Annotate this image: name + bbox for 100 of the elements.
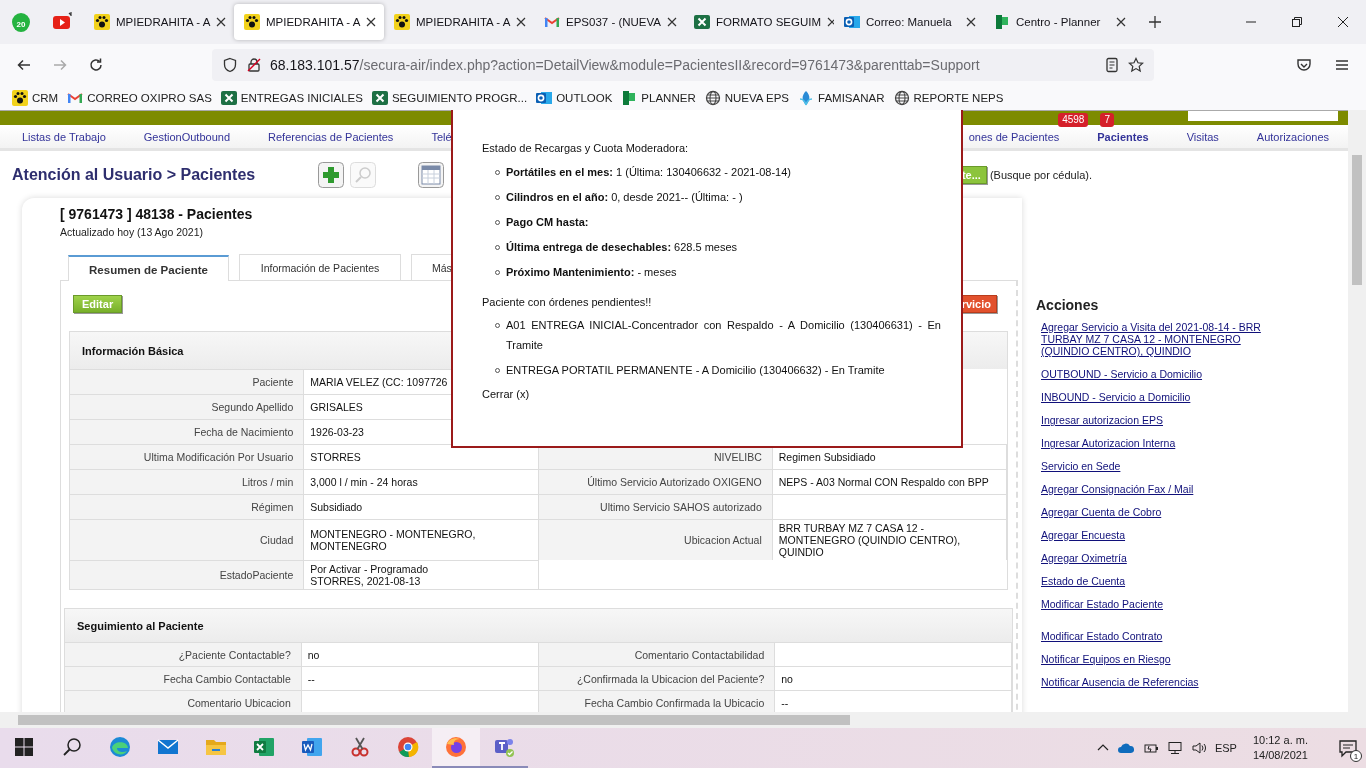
close-icon[interactable] [667, 17, 677, 27]
bookmark[interactable]: ENTREGAS INICIALES [220, 90, 363, 106]
action-link[interactable]: Agregar Encuesta [1041, 529, 1276, 541]
count-badge: 7 [1100, 113, 1114, 127]
shield-icon [222, 57, 238, 73]
restore-icon[interactable] [1289, 14, 1305, 30]
menu-icon[interactable] [1334, 57, 1350, 73]
action-link[interactable]: Agregar Servicio a Visita del 2021-08-14 - BRR TURBAY MZ 7 CASA 12 - MONTENEGRO (QUINDIO CENTRO), QUINDIO [1041, 321, 1276, 357]
browser-tab[interactable]: MPIEDRAHITA - A [84, 4, 234, 40]
bookmark[interactable]: PLANNER [621, 90, 696, 106]
field-label: Fecha de Nacimiento [70, 419, 305, 444]
bookmark[interactable]: SEGUIMIENTO PROGR... [371, 90, 528, 106]
close-icon[interactable] [966, 17, 976, 27]
close-icon[interactable] [1116, 17, 1126, 27]
status-line: Última entrega de desechables: 628.5 meses [506, 241, 738, 254]
browser-tab[interactable]: EPS037 - (NUEVA [534, 4, 684, 40]
language-indicator[interactable]: ESP [1214, 742, 1237, 754]
close-icon[interactable] [1335, 14, 1351, 30]
field-label: Ciudad [70, 519, 305, 560]
scrollbar[interactable] [0, 712, 1366, 728]
start-icon [12, 735, 36, 759]
globe-icon [893, 90, 910, 106]
nav-link[interactable]: ones de Pacientes [968, 130, 1060, 143]
action-link[interactable]: Modificar Estado Contrato [1041, 630, 1276, 642]
clock-time[interactable]: 10:12 a. m. [1252, 733, 1308, 748]
browser-tab[interactable]: MPIEDRAHITA - A [234, 4, 384, 40]
tab[interactable]: Información de Pacientes [239, 254, 401, 280]
action-link[interactable]: INBOUND - Servicio a Domicilio [1041, 391, 1276, 403]
actions-heading: Acciones [1036, 297, 1100, 313]
nav-link[interactable]: Autorizaciones [1256, 130, 1329, 143]
forward-icon [52, 57, 68, 73]
bookmark[interactable]: CRM [12, 90, 59, 106]
flag-icon [994, 14, 1010, 30]
nav-link[interactable]: Listas de Trabajo [22, 130, 106, 143]
browser-tab[interactable]: MPIEDRAHITA - A [384, 4, 534, 40]
action-link[interactable]: Ingresar Autorizacion Interna [1041, 437, 1276, 449]
mail-icon [536, 90, 553, 106]
field-label: Ultima Modificación Por Usuario [70, 444, 305, 469]
address-bar[interactable]: 68.183.101.57/secura-air/index.php?action=DetailView&module=PacientesII&record=9761473&parenttab=Support [212, 49, 1154, 81]
lock-icon [246, 57, 262, 73]
plus-icon[interactable] [1148, 15, 1162, 29]
spreadsheet-icon [371, 90, 388, 106]
action-link[interactable]: Notificar Equipos en Riesgo [1041, 653, 1276, 665]
battery-icon[interactable] [1142, 741, 1159, 755]
action-link[interactable]: Agregar Oximetría [1041, 552, 1276, 564]
notification-icon[interactable] [1338, 738, 1358, 758]
add-icon[interactable] [318, 161, 344, 188]
field-label: Ultimo Servicio SAHOS autorizado [538, 494, 773, 519]
action-link[interactable]: Ingresar autorizacion EPS [1041, 414, 1276, 426]
field-label: Paciente [70, 369, 305, 394]
nav-link[interactable]: GestionOutbound [143, 130, 230, 143]
reload-icon[interactable] [88, 57, 104, 73]
speaker-icon[interactable] [1190, 741, 1207, 755]
field-label: Comentario Contactabilidad [538, 642, 776, 666]
pocket-icon[interactable] [1296, 57, 1312, 73]
bookmark[interactable]: OUTLOOK [536, 90, 613, 106]
bookmark[interactable]: FAMISANAR [798, 90, 885, 106]
action-link[interactable]: Notificar Ausencia de Referencias [1041, 676, 1276, 688]
scrollbar-thumb[interactable] [1352, 155, 1362, 285]
action-link[interactable]: Modificar Estado Paciente [1041, 598, 1276, 610]
mail-icon [844, 14, 860, 30]
action-link[interactable]: Agregar Cuenta de Cobro [1041, 506, 1276, 518]
back-icon[interactable] [16, 57, 32, 73]
popup-heading: Estado de Recargas y Cuota Moderadora: [482, 142, 690, 154]
clock-date[interactable]: 14/08/2021 [1252, 748, 1308, 763]
spreadsheet-icon [220, 90, 237, 106]
field-label: ¿Paciente Contactable? [65, 642, 302, 666]
bookmark[interactable]: REPORTE NEPS [893, 90, 1004, 106]
action-link[interactable]: Servicio en Sede [1041, 460, 1276, 472]
reader-icon[interactable] [1104, 57, 1120, 73]
action-link[interactable]: OUTBOUND - Servicio a Domicilio [1041, 368, 1276, 380]
close-icon[interactable] [827, 17, 834, 27]
bookmark[interactable]: NUEVA EPS [704, 90, 790, 106]
browser-tab[interactable]: FORMATO SEGUIM [684, 4, 834, 40]
action-link[interactable]: Agregar Consignación Fax / Mail [1041, 483, 1276, 495]
nav-link[interactable]: Pacientes [1097, 130, 1149, 143]
field-label: ¿Confirmada la Ubicacion del Paciente? [538, 666, 776, 690]
network-icon[interactable] [1166, 741, 1183, 755]
scrollbar-thumb[interactable] [18, 715, 850, 725]
close-icon[interactable] [366, 17, 377, 27]
close-icon[interactable] [516, 17, 527, 27]
nav-link[interactable]: Visitas [1186, 130, 1219, 143]
close-icon[interactable] [216, 17, 227, 27]
tab[interactable]: Resumen de Paciente [68, 255, 229, 281]
bookmark[interactable]: CORREO OXIPRO SAS [67, 90, 212, 106]
count-badge: 4598 [1058, 113, 1089, 127]
nav-link[interactable]: Telé [431, 130, 452, 143]
field-value: MONTENEGRO - MONTENEGRO, MONTENEGRO [304, 519, 539, 560]
calendar-icon[interactable] [418, 161, 444, 188]
cloud-icon[interactable] [1116, 741, 1135, 755]
leaf-icon [798, 90, 815, 106]
status-line: Pago CM hasta: [506, 216, 589, 229]
section-header: Seguimiento al Paciente [65, 609, 1012, 642]
star-icon[interactable] [1128, 57, 1144, 73]
action-link[interactable]: Estado de Cuenta [1041, 575, 1276, 587]
search-field[interactable] [1188, 111, 1338, 121]
browser-tab[interactable]: Centro - Planner [984, 4, 1134, 40]
browser-tab[interactable]: Correo: Manuela [834, 4, 984, 40]
scrollbar[interactable] [1348, 110, 1366, 712]
nav-link[interactable]: Referencias de Pacientes [268, 130, 394, 143]
